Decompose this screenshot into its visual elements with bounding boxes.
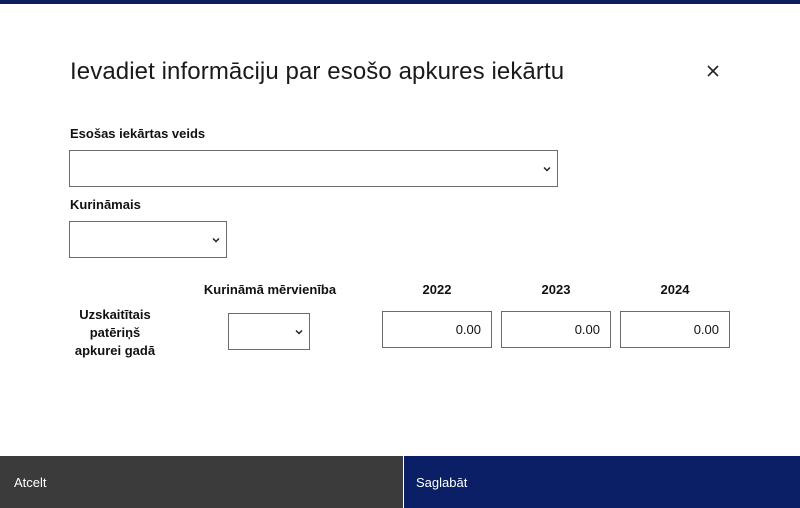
fuel-select[interactable] [69,221,227,258]
year-2023-header: 2023 [541,282,571,297]
year-2024-header: 2024 [660,282,690,297]
chevron-down-icon [543,166,551,172]
unit-column-header: Kurināmā mērvienība [203,282,337,297]
unit-select[interactable] [228,313,310,350]
chevron-down-icon [212,237,220,243]
consumption-2024-input[interactable] [620,311,730,348]
year-2022-header: 2022 [422,282,452,297]
consumption-2022-input[interactable] [382,311,492,348]
close-button[interactable] [700,58,726,84]
consumption-row-label: Uzskaitītais patēriņš apkurei gadā [74,307,156,358]
dialog-footer: Atcelt Saglabāt [0,456,800,508]
fuel-label: Kurināmais [70,197,141,212]
device-type-select[interactable] [69,150,558,187]
consumption-2023-input[interactable] [501,311,611,348]
chevron-down-icon [295,329,303,335]
cancel-button[interactable]: Atcelt [0,456,403,508]
close-icon [707,65,719,77]
save-button[interactable]: Saglabāt [404,456,800,508]
dialog-title: Ievadiet informāciju par esošo apkures i… [70,58,565,85]
top-accent-bar [0,0,800,4]
device-type-label: Esošas iekārtas veids [70,126,206,141]
